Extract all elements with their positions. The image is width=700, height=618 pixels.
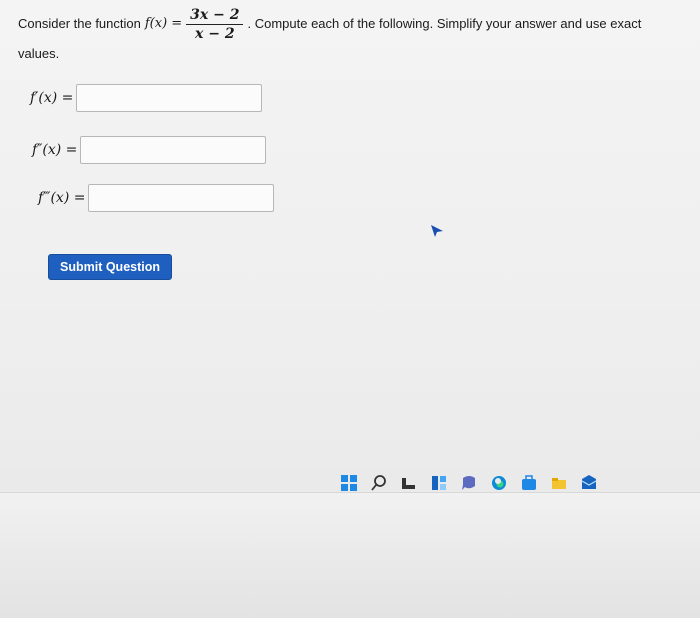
file-explorer-icon[interactable] [550,474,568,492]
answer-row-third-derivative: f‴(x) = [38,184,275,212]
first-derivative-label: f′(x) = [30,90,74,106]
screen: Consider the function f(x) = 3x − 2 x − … [0,0,700,492]
store-icon[interactable] [520,474,538,492]
fraction-numerator: 3x − 2 [186,6,244,25]
answer-row-second-derivative: f″(x) = [32,136,267,164]
fraction-denominator: x − 2 [195,25,235,42]
chat-icon[interactable] [460,474,478,492]
first-derivative-input[interactable] [76,84,263,112]
second-derivative-label: f″(x) = [32,142,78,158]
taskbar [340,474,598,492]
widgets-icon[interactable] [430,474,448,492]
function-fraction: 3x − 2 x − 2 [186,6,244,43]
question-line-2: values. [18,46,60,61]
answer-row-first-derivative: f′(x) = [30,84,263,112]
edge-icon[interactable] [490,474,508,492]
task-view-icon[interactable] [400,474,418,492]
submit-question-button[interactable]: Submit Question [48,254,172,280]
windows-start-icon[interactable] [340,474,358,492]
third-derivative-input[interactable] [88,184,275,212]
function-notation: f(x) = [144,16,183,31]
mouse-cursor-icon [430,224,444,243]
question-line-1: Consider the function f(x) = 3x − 2 x − … [18,4,688,44]
question-suffix: . Compute each of the following. Simplif… [247,16,642,31]
mail-icon[interactable] [580,474,598,492]
third-derivative-label: f‴(x) = [38,190,86,206]
second-derivative-input[interactable] [80,136,267,164]
search-icon[interactable] [370,474,388,492]
monitor-bezel [0,492,700,618]
question-prefix: Consider the function [18,16,141,31]
question-text: Consider the function f(x) = 3x − 2 x − … [18,4,688,64]
